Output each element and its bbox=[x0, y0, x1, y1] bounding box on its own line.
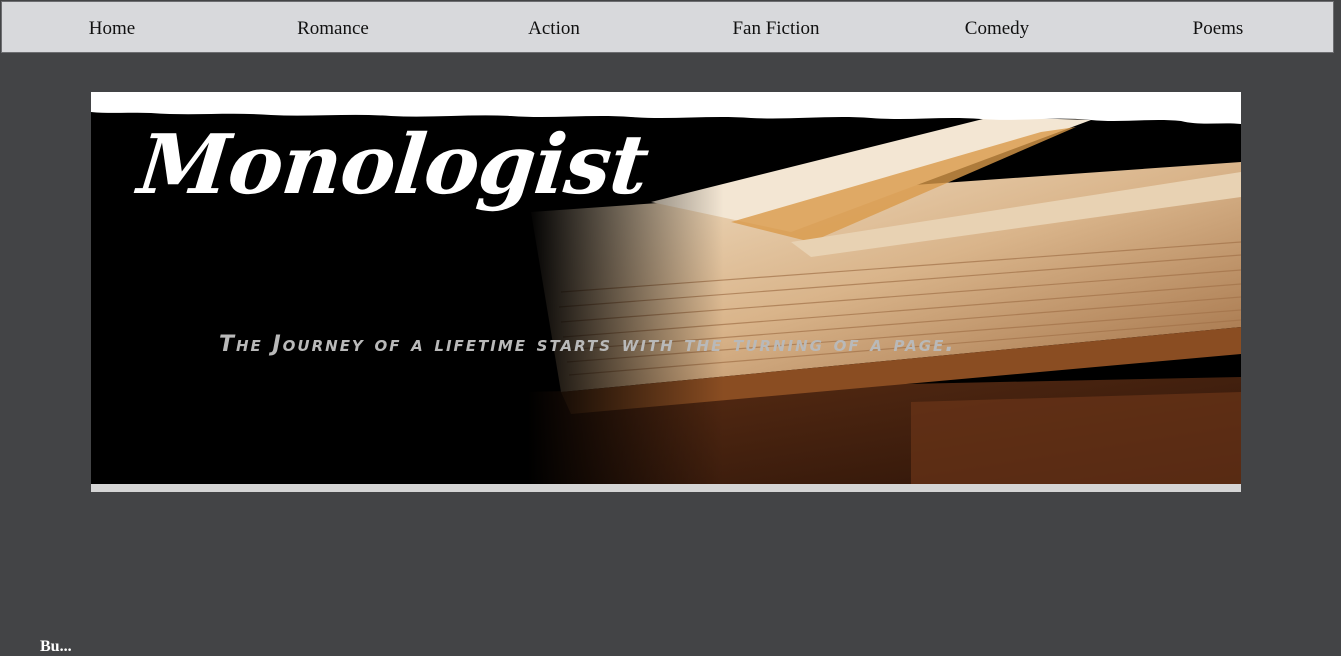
site-tagline: The Journey of a lifetime starts with th… bbox=[219, 332, 956, 357]
nav-romance-link[interactable]: Romance bbox=[233, 2, 433, 54]
nav-comedy-link[interactable]: Comedy bbox=[897, 2, 1097, 54]
nav-home-link[interactable]: Home bbox=[12, 2, 212, 54]
partial-heading-text: Bu... bbox=[40, 638, 72, 655]
header-banner: Monologist The Journey of a lifetime sta… bbox=[91, 92, 1241, 492]
nav-poems-link[interactable]: Poems bbox=[1118, 2, 1318, 54]
nav-fan-fiction-link[interactable]: Fan Fiction bbox=[676, 2, 876, 54]
top-navigation-bar: Home Romance Action Fan Fiction Comedy P… bbox=[1, 1, 1334, 53]
nav-action-link[interactable]: Action bbox=[454, 2, 654, 54]
site-title: Monologist bbox=[133, 117, 653, 213]
